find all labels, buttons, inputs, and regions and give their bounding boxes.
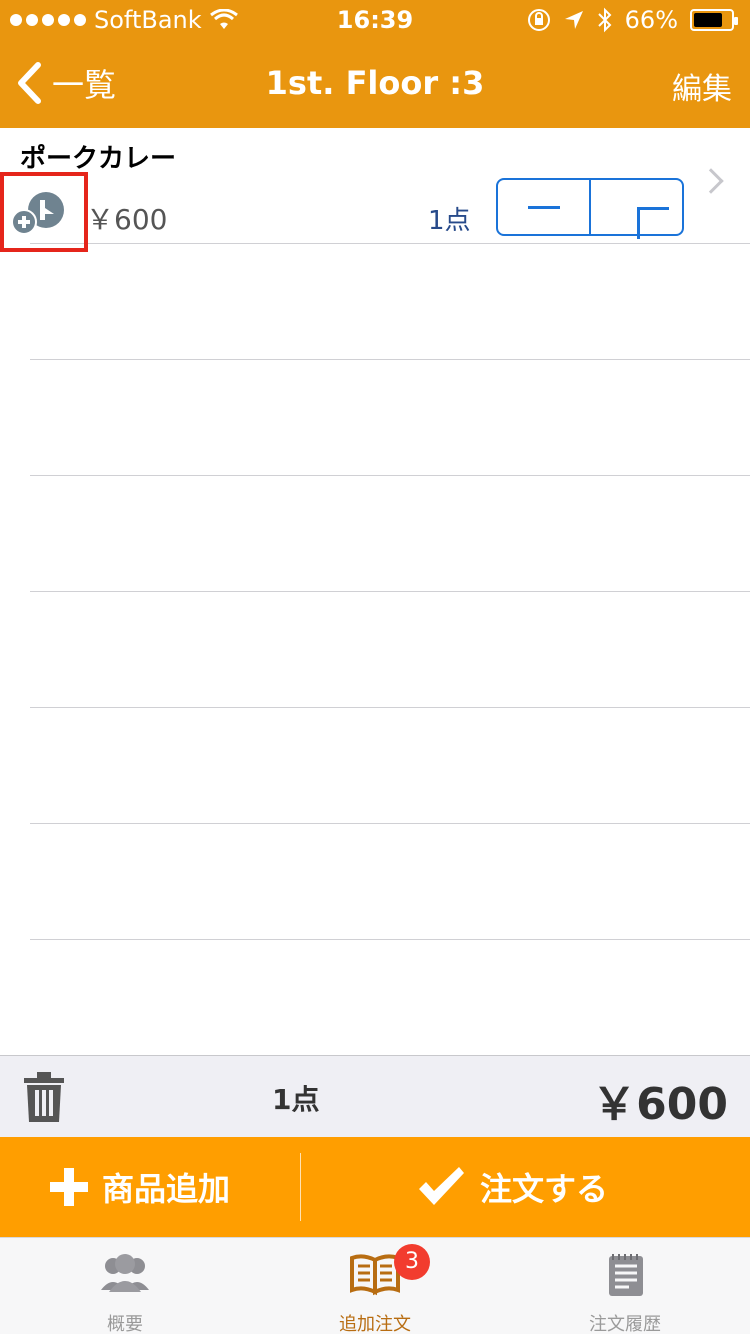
battery-icon	[690, 9, 738, 31]
place-order-button[interactable]: 注文する	[416, 1137, 608, 1237]
item-quantity: 1点	[428, 206, 471, 236]
action-bar: 商品追加 注文する	[0, 1137, 750, 1237]
minus-icon	[527, 205, 560, 209]
row-divider	[30, 243, 750, 244]
decrement-button[interactable]	[498, 180, 589, 234]
notepad-icon	[609, 1254, 643, 1296]
total-price: ￥600	[592, 1079, 728, 1130]
rotation-lock-icon	[527, 9, 550, 31]
tab-label: 注文履歴	[589, 1314, 661, 1334]
total-count: 1点	[272, 1083, 320, 1116]
plus-icon	[50, 1168, 88, 1206]
row-divider	[30, 359, 750, 360]
tab-order-history[interactable]: 注文履歴	[500, 1238, 750, 1334]
status-bar: SoftBank 16:39 66%	[0, 0, 750, 40]
tab-add-order[interactable]: 追加注文	[250, 1238, 500, 1334]
tab-label: 追加注文	[339, 1314, 411, 1334]
add-item-label: 商品追加	[102, 1170, 231, 1208]
chevron-right-icon[interactable]	[698, 168, 724, 194]
row-divider	[30, 475, 750, 476]
page-title: 1st. Floor :3	[265, 64, 485, 102]
checkmark-icon	[419, 1167, 464, 1205]
tab-overview[interactable]: 概要	[0, 1238, 250, 1334]
row-divider	[30, 823, 750, 824]
item-price: ￥600	[86, 203, 168, 236]
tab-bar: 概要 追加注文 注文履歴 3	[0, 1237, 750, 1334]
history-badge: 3	[394, 1244, 430, 1280]
highlight-box	[0, 172, 88, 252]
trash-icon[interactable]	[22, 1072, 66, 1122]
row-divider	[30, 591, 750, 592]
quantity-stepper	[496, 178, 684, 239]
action-divider	[300, 1153, 301, 1221]
tab-label: 概要	[107, 1314, 143, 1334]
increment-button[interactable]	[589, 180, 682, 239]
edit-button[interactable]: 編集	[672, 64, 732, 108]
top-bar: SoftBank 16:39 66% 一覧 1st. Floor:3 編集	[0, 0, 750, 128]
item-name: ポークカレー	[20, 144, 177, 174]
add-item-button[interactable]: 商品追加	[50, 1137, 230, 1237]
summary-bar: 1点 ￥600	[0, 1055, 750, 1137]
row-divider	[30, 707, 750, 708]
location-icon	[564, 11, 583, 29]
place-order-label: 注文する	[480, 1170, 609, 1208]
order-list: ポークカレー ￥600 1点	[0, 128, 750, 1054]
navigation-bar: 一覧 1st. Floor :3 編集	[0, 40, 750, 128]
bluetooth-icon	[597, 7, 612, 33]
battery-percent: 66%	[624, 6, 678, 34]
status-right: 66%	[527, 6, 738, 34]
row-divider	[30, 939, 750, 940]
order-item-row[interactable]: ポークカレー ￥600 1点	[0, 128, 750, 244]
people-icon	[101, 1254, 149, 1292]
